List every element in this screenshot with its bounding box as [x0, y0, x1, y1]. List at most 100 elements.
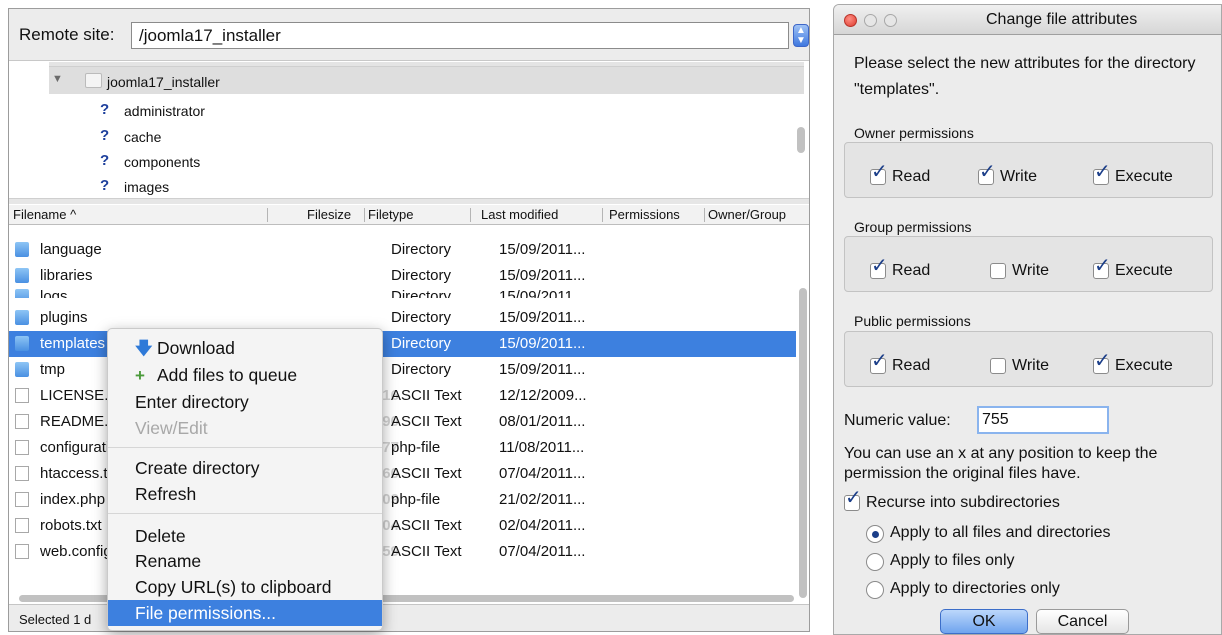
menu-item-copy-url[interactable]: Copy URL(s) to clipboard — [108, 574, 382, 600]
context-menu: 🡇 Download + Add files to queue Enter dire… — [107, 328, 383, 631]
ok-button[interactable]: OK — [940, 609, 1028, 634]
radio-circle — [866, 525, 884, 543]
dialog-titlebar[interactable]: Change file attributes — [834, 5, 1221, 35]
menu-item-enter-directory[interactable]: Enter directory — [108, 389, 382, 415]
file-modified: 07/04/2011... — [499, 465, 586, 482]
path-history-dropdown[interactable]: ▲ ▼ — [793, 24, 809, 47]
menu-item-view-edit: View/Edit — [135, 418, 208, 438]
add-to-queue-icon: + — [135, 366, 145, 385]
file-modified: 15/09/2011... — [499, 361, 586, 378]
public-permissions-label: Public permissions — [854, 313, 971, 329]
scroll-thumb[interactable] — [799, 288, 807, 598]
file-icon — [15, 414, 29, 429]
file-list-vertical-scrollbar[interactable] — [797, 288, 809, 598]
folder-icon — [85, 73, 102, 88]
up-down-arrows-icon: ▲ ▼ — [796, 25, 806, 46]
file-name: index.php — [40, 491, 106, 508]
remote-path-input[interactable]: /joomla17_installer — [131, 22, 789, 49]
column-divider[interactable] — [364, 208, 365, 222]
checkmark-icon: ✓ — [871, 255, 888, 277]
menu-item-delete[interactable]: Delete — [108, 523, 382, 549]
tree-scrollbar[interactable] — [797, 127, 805, 153]
numeric-value-label: Numeric value: — [844, 412, 951, 429]
group-permissions-label: Group permissions — [854, 219, 972, 235]
file-icon — [15, 518, 29, 533]
file-name: templates — [40, 335, 106, 352]
file-row[interactable]: logs Directory 15/09/2011 — [9, 284, 796, 298]
column-permissions[interactable]: Permissions — [609, 207, 680, 222]
checkbox-box — [990, 358, 1006, 374]
numeric-value-input[interactable]: 755 — [977, 406, 1109, 434]
folder-icon — [15, 336, 29, 351]
file-modified: 21/02/2011... — [499, 491, 586, 508]
owner-permissions-group: ✓ Read ✓ Write ✓ Execute — [844, 142, 1213, 198]
file-row[interactable]: language Directory 15/09/2011... — [9, 237, 796, 263]
checkmark-icon: ✓ — [845, 487, 862, 509]
column-divider[interactable] — [267, 208, 268, 222]
zoom-window-icon[interactable] — [884, 14, 897, 27]
file-name: logs — [40, 288, 68, 298]
radio-circle — [866, 553, 884, 571]
column-divider[interactable] — [470, 208, 471, 222]
file-type: ASCII Text — [391, 413, 462, 430]
tree-root-label: joomla17_installer — [107, 74, 220, 90]
file-type: ASCII Text — [391, 543, 462, 560]
file-icon — [15, 440, 29, 455]
checkmark-icon: ✓ — [1094, 255, 1111, 277]
menu-item-download[interactable]: 🡇 Download — [108, 335, 382, 361]
file-modified: 11/08/2011... — [499, 439, 585, 456]
radio-selected-dot — [872, 531, 879, 538]
cancel-button[interactable]: Cancel — [1036, 609, 1129, 634]
download-arrow-icon: 🡇 — [135, 339, 153, 358]
menu-separator — [108, 447, 382, 448]
folder-icon — [15, 362, 29, 377]
change-file-attributes-dialog: Change file attributes Please select the… — [833, 4, 1222, 635]
menu-item-add-to-queue[interactable]: + Add files to queue — [108, 362, 382, 388]
minimize-window-icon[interactable] — [864, 14, 877, 27]
file-name: plugins — [40, 309, 88, 326]
unknown-folder-icon: ? — [100, 101, 110, 118]
file-type: Directory — [391, 361, 452, 378]
checkmark-icon: ✓ — [871, 350, 888, 372]
file-type: Directory — [391, 267, 452, 284]
file-modified: 15/09/2011 — [499, 288, 573, 298]
column-filename[interactable]: Filename ^ — [13, 207, 76, 222]
menu-item-refresh[interactable]: Refresh — [108, 481, 382, 507]
column-filesize[interactable]: Filesize — [307, 207, 351, 222]
column-filetype[interactable]: Filetype — [368, 207, 414, 222]
column-last-modified[interactable]: Last modified — [481, 207, 558, 222]
radio-circle — [866, 581, 884, 599]
tree-item-label: components — [124, 154, 201, 170]
folder-icon — [15, 268, 29, 283]
tree-item-label: images — [124, 179, 170, 195]
unknown-folder-icon: ? — [100, 152, 110, 169]
expand-triangle-icon[interactable]: ▼ — [52, 73, 63, 85]
permission-hint: You can use an x at any position to keep… — [844, 445, 1158, 482]
file-name: robots.txt — [40, 517, 102, 534]
menu-item-create-directory[interactable]: Create directory — [108, 455, 382, 481]
file-type: Directory — [391, 335, 452, 352]
checkmark-icon: ✓ — [871, 161, 888, 183]
column-owner-group[interactable]: Owner/Group — [708, 207, 786, 222]
file-type: Directory — [391, 241, 452, 258]
file-icon — [15, 492, 29, 507]
column-divider[interactable] — [704, 208, 705, 222]
menu-item-file-permissions[interactable]: File permissions... — [108, 600, 382, 626]
pane-splitter[interactable] — [9, 198, 809, 204]
checkmark-icon: ✓ — [1094, 161, 1111, 183]
public-permissions-group: ✓ Read Write ✓ Execute — [844, 331, 1213, 387]
directory-tree: ▼ joomla17_installer ? administrator ? c… — [9, 62, 809, 198]
column-divider[interactable] — [602, 208, 603, 222]
folder-icon — [15, 289, 29, 298]
status-text: Selected 1 d — [19, 612, 92, 627]
checkmark-icon: ✓ — [1094, 350, 1111, 372]
file-icon — [15, 466, 29, 481]
menu-item-rename[interactable]: Rename — [108, 548, 382, 574]
file-modified: 07/04/2011... — [499, 543, 586, 560]
sort-ascending-icon: ^ — [70, 207, 77, 222]
file-type: ASCII Text — [391, 387, 462, 404]
close-window-icon[interactable] — [844, 14, 857, 27]
file-modified: 15/09/2011... — [499, 335, 586, 352]
file-type: php-file — [391, 439, 441, 456]
file-modified: 02/04/2011... — [499, 517, 586, 534]
